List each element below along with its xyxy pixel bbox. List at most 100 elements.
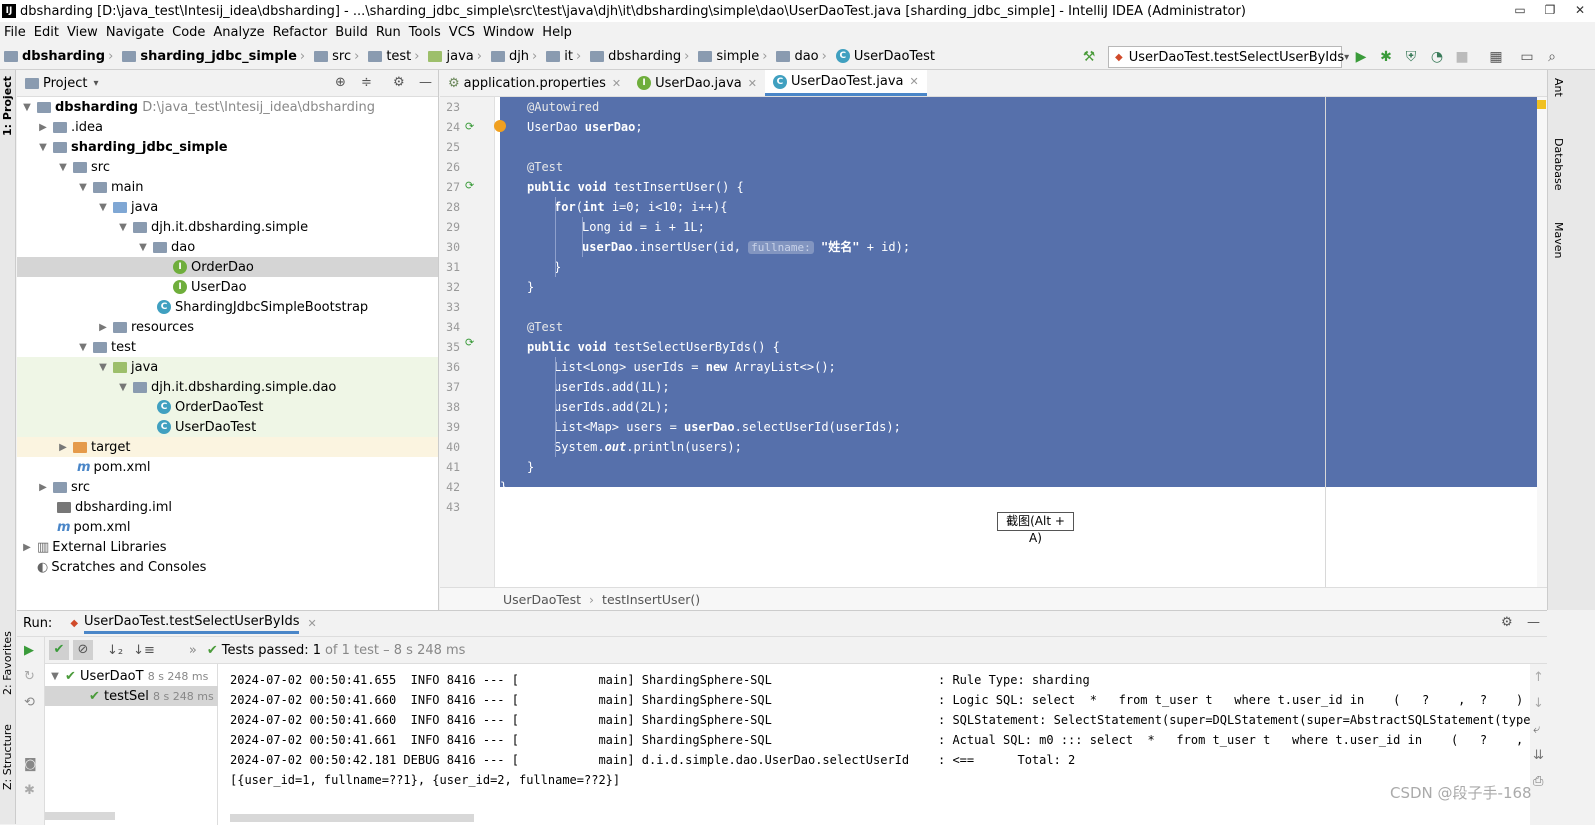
menu-edit[interactable]: Edit [30, 25, 63, 40]
rerun-icon[interactable]: ▶ [24, 643, 34, 658]
tree-row-dao[interactable]: ▼ dao [17, 237, 438, 257]
menu-help[interactable]: Help [538, 25, 576, 40]
test-tree-row-class[interactable]: ▼ ✔ UserDaoT 8 s 248 ms [45, 666, 218, 686]
crumb-dbsharding[interactable]: dbsharding › [0, 49, 118, 64]
tree-row-module[interactable]: ▼ sharding_jdbc_simple [17, 137, 438, 157]
tree-row-target[interactable]: ▶ target [17, 437, 438, 457]
tree-row-idea[interactable]: ▶ .idea [17, 117, 438, 137]
crumb-userdaotest[interactable]: C UserDaoTest [832, 49, 935, 64]
hide-icon[interactable]: — [419, 75, 432, 90]
down-arrow-icon[interactable]: ↓ [1533, 696, 1544, 711]
crumb-it[interactable]: it › [542, 49, 586, 64]
tree-row-package[interactable]: ▼ djh.it.dbsharding.simple [17, 217, 438, 237]
locate-icon[interactable]: ⊕ [335, 75, 346, 90]
tree-row-test-java[interactable]: ▼ java [17, 357, 438, 377]
crumb-simple[interactable]: simple › [694, 49, 772, 64]
crumb-test[interactable]: test › [364, 49, 424, 64]
chevron-down-icon[interactable]: ▾ [93, 78, 98, 89]
project-view-select[interactable]: Project [43, 76, 87, 91]
soft-wrap-icon[interactable]: ⤶ [1533, 722, 1540, 737]
editor-crumb-method[interactable]: testInsertUser() [602, 592, 700, 607]
tree-row-main-java[interactable]: ▼ java [17, 197, 438, 217]
tree-row-module-pom[interactable]: m pom.xml [17, 457, 438, 477]
minimize-icon[interactable]: ▭ [1505, 0, 1535, 20]
tool-database[interactable]: Database [1552, 138, 1565, 208]
build-hammer-icon[interactable]: ⚒ [1080, 48, 1098, 66]
menu-navigate[interactable]: Navigate [102, 25, 168, 40]
spring-bean-gutter-icon[interactable]: ⟳ [465, 120, 477, 133]
sort-duration-icon[interactable]: ↓≡ [133, 643, 155, 658]
toggle-autotest-icon[interactable]: ⟲ [24, 695, 35, 710]
crumb-module[interactable]: sharding_jdbc_simple › [118, 49, 310, 64]
console-hscrollbar[interactable] [230, 814, 474, 822]
menu-build[interactable]: Build [331, 25, 372, 40]
show-ignored-icon[interactable]: ⊘ [73, 640, 93, 660]
close-icon[interactable]: ✕ [612, 77, 621, 90]
warning-marker[interactable] [1537, 100, 1546, 109]
menu-analyze[interactable]: Analyze [209, 25, 268, 40]
menu-code[interactable]: Code [168, 25, 209, 40]
menu-tools[interactable]: Tools [405, 25, 445, 40]
tree-row-test[interactable]: ▼ test [17, 337, 438, 357]
tab-application-properties[interactable]: ⚙ application.properties ✕ [440, 70, 629, 96]
test-tree-row-method[interactable]: ✔ testSel 8 s 248 ms [45, 686, 218, 706]
tree-row-userdaotest[interactable]: C UserDaoTest [17, 417, 438, 437]
debug-icon[interactable]: ✱ [1377, 48, 1395, 66]
intention-bulb-icon[interactable] [494, 120, 506, 132]
tree-row-resources[interactable]: ▶ resources [17, 317, 438, 337]
close-icon[interactable]: ✕ [748, 77, 757, 90]
tree-row-orderdaotest[interactable]: C OrderDaoTest [17, 397, 438, 417]
crumb-dbsharding-pkg[interactable]: dbsharding › [586, 49, 694, 64]
show-passed-icon[interactable]: ✔ [49, 640, 69, 660]
scroll-to-end-icon[interactable]: ⇊ [1533, 748, 1544, 763]
rerun-failed-icon[interactable]: ↻ [24, 669, 35, 684]
run-icon[interactable]: ▶ [1352, 48, 1370, 66]
close-icon[interactable]: ✕ [910, 75, 919, 88]
more-icon[interactable]: » [189, 643, 197, 658]
hide-icon[interactable]: — [1527, 615, 1540, 630]
camera-icon[interactable]: ◙ [24, 757, 37, 772]
run-tab[interactable]: UserDaoTest.testSelectUserByIds [84, 614, 300, 634]
settings-icon[interactable]: ✱ [24, 783, 35, 798]
tree-row-root-src[interactable]: ▶ src [17, 477, 438, 497]
tree-row-main[interactable]: ▼ main [17, 177, 438, 197]
run-test-gutter-icon[interactable]: ⟳ [465, 179, 477, 192]
run-configuration-select[interactable]: ◆ UserDaoTest.testSelectUserByIds ▾ [1108, 46, 1349, 68]
menu-view[interactable]: View [63, 25, 102, 40]
layout-icon[interactable]: ▭ [1518, 48, 1536, 66]
crumb-java[interactable]: java › [424, 49, 486, 64]
sort-alpha-icon[interactable]: ↓₂ [107, 643, 123, 658]
tool-ant[interactable]: Ant [1552, 78, 1565, 118]
tree-row-bootstrap[interactable]: C ShardingJdbcSimpleBootstrap [17, 297, 438, 317]
console-output[interactable]: 2024-07-02 00:50:41.655 INFO 8416 --- [ … [218, 664, 1530, 825]
profile-icon[interactable]: ◔ [1428, 48, 1446, 66]
tree-row-root[interactable]: ▼ dbsharding D:\java_test\Intesij_idea\db… [17, 97, 438, 117]
coverage-icon[interactable]: ⛨ [1402, 48, 1420, 66]
tab-userdaotest[interactable]: C UserDaoTest.java ✕ [764, 70, 927, 96]
crumb-djh[interactable]: djh › [487, 49, 542, 64]
collapse-all-icon[interactable]: ≑ [361, 75, 372, 90]
gear-icon[interactable]: ⚙ [1501, 615, 1513, 630]
close-icon[interactable]: ✕ [1565, 0, 1595, 20]
tree-row-root-pom[interactable]: m pom.xml [17, 517, 438, 537]
tab-userdao[interactable]: I UserDao.java ✕ [629, 70, 765, 96]
tool-project[interactable]: 1: Project [1, 76, 14, 136]
tool-maven[interactable]: Maven [1552, 222, 1565, 282]
test-tree-hscrollbar[interactable] [45, 812, 115, 820]
editor-scrollbar[interactable] [1537, 97, 1547, 587]
tool-structure[interactable]: Z: Structure [1, 720, 14, 790]
tree-row-test-package[interactable]: ▼ djh.it.dbsharding.simple.dao [17, 377, 438, 397]
tree-row-src[interactable]: ▼ src [17, 157, 438, 177]
menu-refactor[interactable]: Refactor [269, 25, 332, 40]
tree-row-userdao[interactable]: I UserDao [17, 277, 438, 297]
project-structure-icon[interactable]: ▦ [1487, 48, 1505, 66]
menu-vcs[interactable]: VCS [445, 25, 479, 40]
menu-file[interactable]: File [0, 25, 30, 40]
run-test-gutter-icon[interactable]: ⟳ [465, 336, 477, 349]
crumb-src[interactable]: src › [310, 49, 364, 64]
tool-favorites[interactable]: 2: Favorites [1, 625, 14, 695]
restore-icon[interactable]: ❐ [1535, 0, 1565, 20]
menu-run[interactable]: Run [372, 25, 405, 40]
tree-row-scratches[interactable]: ◐ Scratches and Consoles [17, 557, 438, 577]
editor-crumb-class[interactable]: UserDaoTest [503, 592, 581, 607]
